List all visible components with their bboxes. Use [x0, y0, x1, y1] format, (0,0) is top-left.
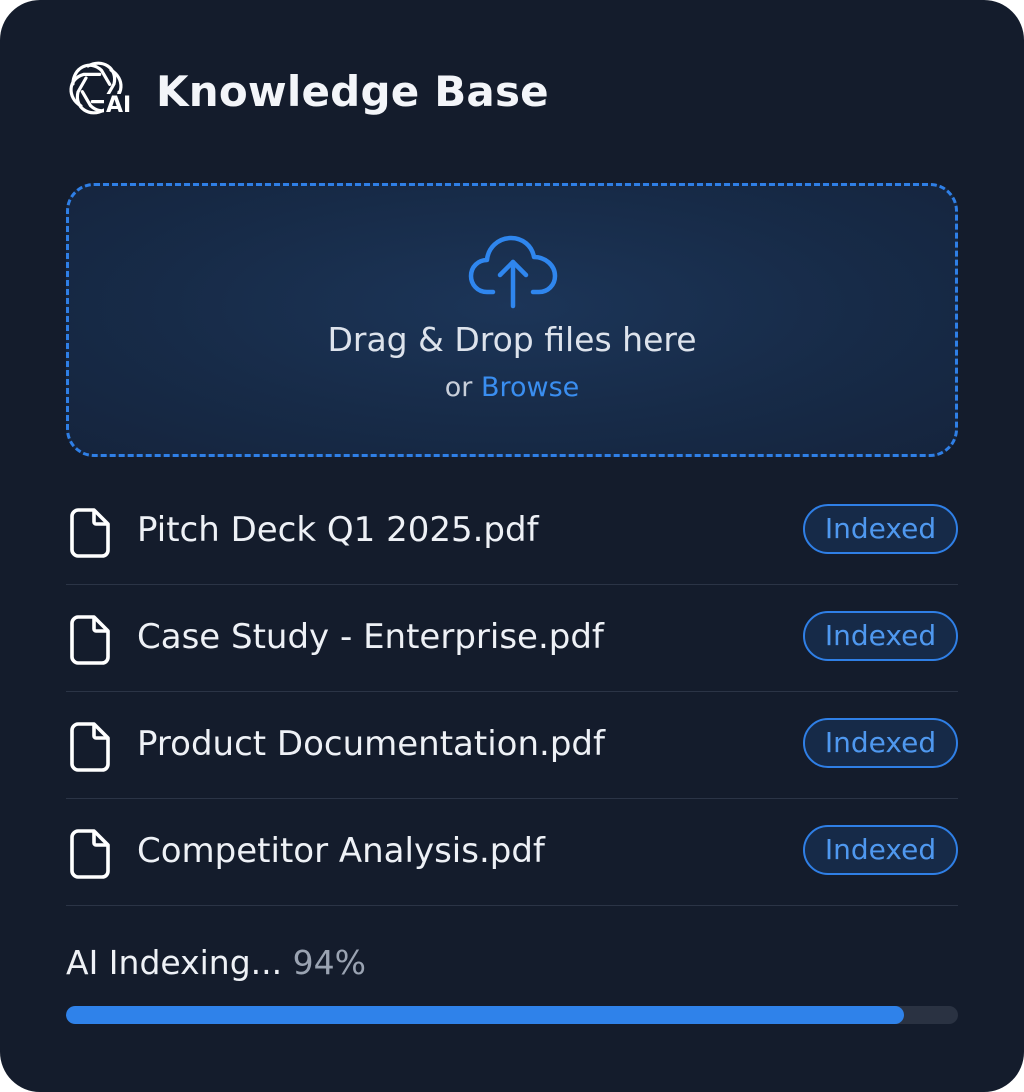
- status-badge: Indexed: [803, 504, 958, 554]
- file-icon: [70, 722, 110, 772]
- file-icon: [70, 829, 110, 879]
- logo-ai-text: AI: [104, 93, 134, 118]
- file-list: Pitch Deck Q1 2025.pdf Indexed Case Stud…: [66, 478, 958, 906]
- cloud-upload-icon: [468, 235, 558, 309]
- progress-label: AI Indexing... 94%: [66, 943, 366, 982]
- progress-percent: 94%: [292, 943, 367, 982]
- file-row[interactable]: Product Documentation.pdf Indexed: [66, 692, 958, 799]
- browse-link[interactable]: Browse: [481, 372, 579, 403]
- dropzone-subtitle: or Browse: [69, 372, 955, 403]
- file-icon: [70, 615, 110, 665]
- progress-bar-fill: [66, 1006, 905, 1024]
- dropzone-title: Drag & Drop files here: [327, 320, 697, 359]
- progress-label-text: AI Indexing...: [66, 943, 283, 982]
- status-badge: Indexed: [803, 825, 958, 875]
- file-name: Case Study - Enterprise.pdf: [137, 617, 604, 657]
- file-icon: [70, 508, 110, 558]
- ai-logo-icon: AI: [64, 56, 136, 126]
- status-badge: Indexed: [803, 718, 958, 768]
- file-row[interactable]: Case Study - Enterprise.pdf Indexed: [66, 585, 958, 692]
- status-badge: Indexed: [803, 611, 958, 661]
- file-name: Product Documentation.pdf: [137, 724, 605, 764]
- knowledge-base-card: AI Knowledge Base Drag & Drop files here…: [0, 0, 1024, 1092]
- file-row[interactable]: Competitor Analysis.pdf Indexed: [66, 799, 958, 906]
- file-name: Pitch Deck Q1 2025.pdf: [137, 510, 539, 550]
- progress-bar: [66, 1006, 958, 1024]
- header: AI Knowledge Base: [64, 56, 549, 126]
- file-dropzone[interactable]: Drag & Drop files here or Browse: [66, 183, 958, 457]
- file-name: Competitor Analysis.pdf: [137, 831, 545, 871]
- dropzone-or-text: or: [444, 372, 473, 403]
- file-row[interactable]: Pitch Deck Q1 2025.pdf Indexed: [66, 478, 958, 585]
- page-title: Knowledge Base: [156, 66, 549, 116]
